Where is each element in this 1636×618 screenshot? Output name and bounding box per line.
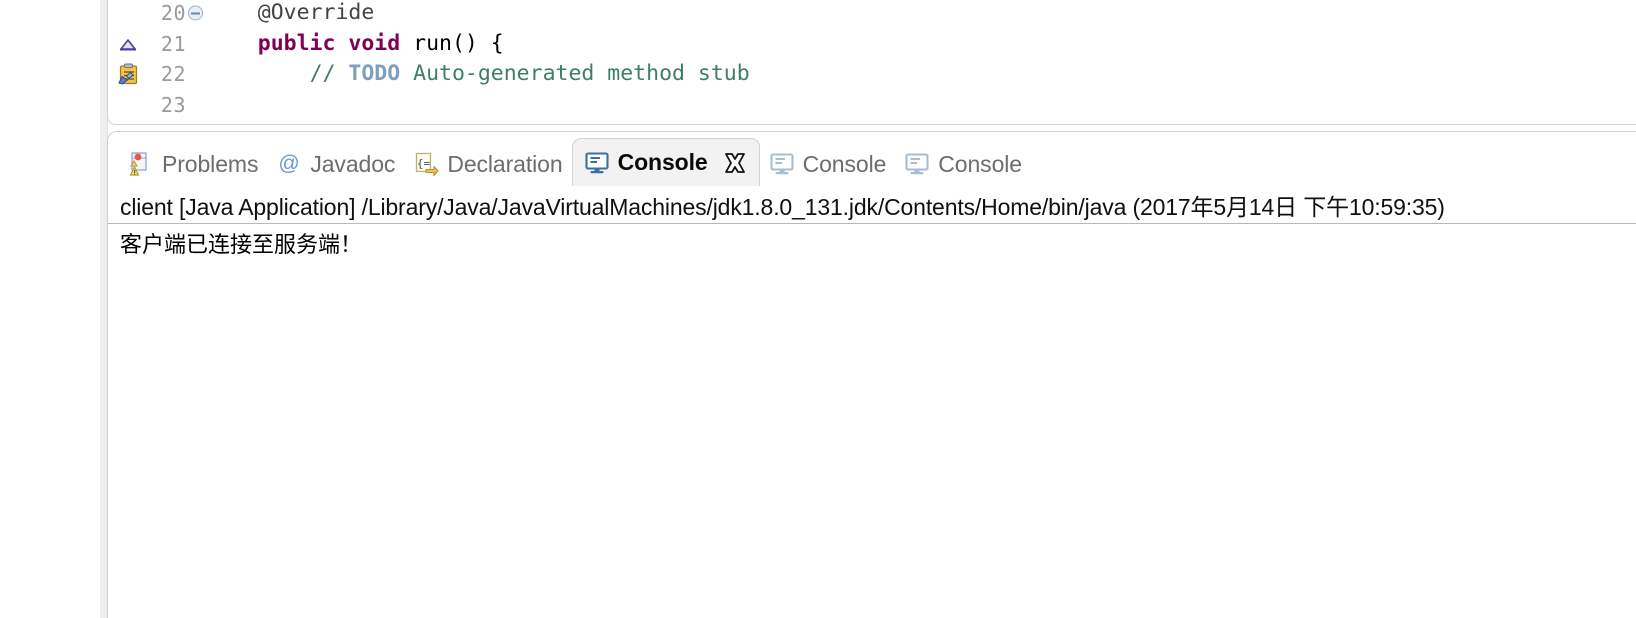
line-number: 23 [160,92,186,117]
problems-icon [128,151,154,177]
tab-label: Console [802,150,887,177]
gutter-marker-slot[interactable] [114,90,142,121]
fold-collapse-icon[interactable] [188,5,203,21]
console-output-area[interactable]: 客户端已连接至服务端！ [108,224,1636,618]
tab-label: Declaration [447,150,563,177]
code-line[interactable]: 23 [108,90,1636,121]
javadoc-at-icon: @ [276,151,302,177]
code-token: public [257,30,336,56]
view-tab-bar[interactable]: Problems @ Javadoc {= Declaration Consol… [108,132,1636,186]
code-line[interactable]: 22 // TODO Auto-generated method stub [108,59,1636,90]
console-icon [904,151,930,177]
declaration-icon: {= [413,151,439,177]
tab-label: Console [938,150,1022,177]
line-number: 20 [160,1,186,25]
console-icon [584,150,610,176]
code-text: public void run() { [206,29,504,60]
svg-text:@: @ [279,152,300,175]
tab-console[interactable]: Console [895,142,1031,186]
tab-console-active[interactable]: Console [571,138,760,186]
workspace-left-margin [0,0,100,618]
console-view-pane: Problems @ Javadoc {= Declaration Consol… [107,131,1636,618]
code-line[interactable]: 21 public void run() { [108,29,1636,60]
code-token: Auto-generated method stub [400,61,750,86]
gutter-marker-slot[interactable] [114,29,142,60]
code-token: void [348,30,401,56]
gutter-marker-slot[interactable] [114,0,142,29]
line-number: 21 [160,31,186,56]
tab-declaration[interactable]: {= Declaration [404,142,571,186]
code-text: @Override [206,0,375,29]
svg-text:{=: {= [417,157,431,170]
tab-problems[interactable]: Problems [119,142,267,186]
eclipse-ide-window: 20 @Override 21 public void run() { 22 /… [0,0,1636,618]
tab-label: Problems [162,150,259,177]
console-output-line: 客户端已连接至服务端！ [120,232,363,257]
code-token: TODO [348,61,401,86]
code-token: // [309,61,349,86]
code-line[interactable]: 20 @Override [108,0,1636,29]
line-number: 22 [160,62,186,86]
override-arrow-icon [118,37,138,51]
code-lines-container[interactable]: 20 @Override 21 public void run() { 22 /… [108,0,1636,120]
console-process-label: client [Java Application] /Library/Java/… [120,193,1445,220]
tab-label: Console [617,149,708,175]
code-token: @Override [206,0,375,25]
code-text: // TODO Auto-generated method stub [206,59,750,90]
tab-javadoc[interactable]: @ Javadoc [267,142,404,186]
code-token: run() { [400,30,504,56]
close-icon[interactable] [722,150,748,176]
console-icon [769,151,795,177]
tab-label: Javadoc [310,150,396,177]
todo-task-icon [117,63,139,85]
tab-console[interactable]: Console [760,142,896,186]
gutter-marker-slot[interactable] [114,59,142,90]
java-editor-pane[interactable]: 20 @Override 21 public void run() { 22 /… [107,0,1636,125]
console-process-header: client [Java Application] /Library/Java/… [108,186,1636,224]
